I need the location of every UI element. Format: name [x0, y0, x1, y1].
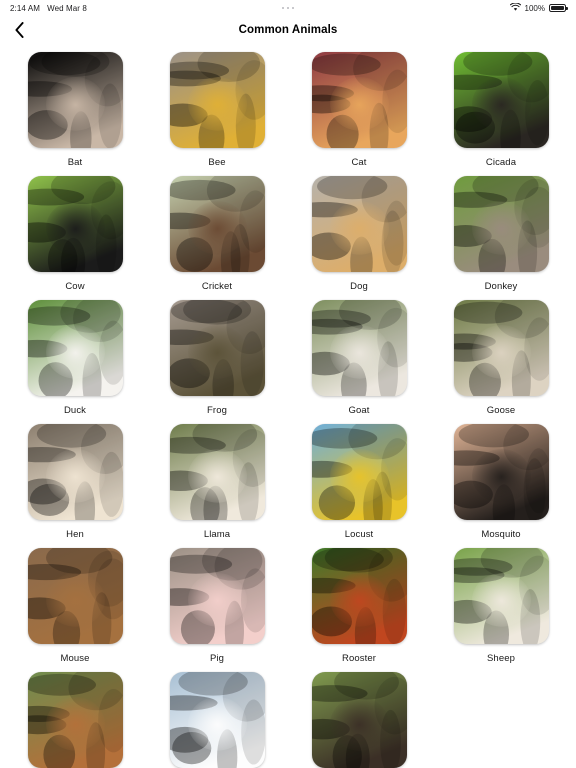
status-time: 2:14 AM: [10, 3, 41, 13]
cow-photo[interactable]: [27, 176, 123, 272]
animal-cell-rooster[interactable]: Rooster: [288, 546, 430, 670]
status-bar-right: 100%: [509, 2, 568, 13]
page-title: Common Animals: [238, 24, 338, 36]
animal-label: Frog: [207, 405, 227, 416]
squirrel-photo[interactable]: [27, 672, 123, 768]
goat-photo[interactable]: [311, 300, 407, 396]
animal-label: Donkey: [484, 281, 518, 292]
animal-grid-scroll[interactable]: Bat Bee Cat Cicada Cow Cricket Dog Donke…: [0, 44, 576, 768]
animal-label: Goose: [486, 405, 516, 416]
bat-photo[interactable]: [27, 52, 123, 148]
swan-photo[interactable]: [169, 672, 265, 768]
animal-cell-goose[interactable]: Goose: [430, 298, 572, 422]
cricket-photo[interactable]: [169, 176, 265, 272]
frog-photo[interactable]: [169, 300, 265, 396]
animal-cell-cicada[interactable]: Cicada: [430, 50, 572, 174]
dog-photo[interactable]: [311, 176, 407, 272]
animal-cell-bee[interactable]: Bee: [146, 50, 288, 174]
animal-label: Goat: [348, 405, 370, 416]
llama-photo[interactable]: [169, 424, 265, 520]
animal-cell-frog[interactable]: Frog: [146, 298, 288, 422]
donkey-photo[interactable]: [453, 176, 549, 272]
animal-label: Duck: [63, 405, 87, 416]
animal-label: Dog: [350, 281, 368, 292]
status-bar: 2:14 AM Wed Mar 8 100%: [0, 0, 576, 16]
three-dots-handle-icon[interactable]: [281, 6, 295, 10]
bee-photo[interactable]: [169, 52, 265, 148]
battery-full-icon: [549, 4, 568, 12]
animal-label: Cicada: [485, 157, 517, 168]
animal-cell-sheep[interactable]: Sheep: [430, 546, 572, 670]
animal-label: Cat: [351, 157, 367, 168]
animal-label: Bat: [67, 157, 83, 168]
battery-percent-label: 100%: [524, 3, 545, 13]
duck-photo[interactable]: [27, 300, 123, 396]
status-date: Wed Mar 8: [47, 3, 87, 13]
animal-cell-goat[interactable]: Goat: [288, 298, 430, 422]
animal-cell-dog[interactable]: Dog: [288, 174, 430, 298]
navigation-bar: Common Animals: [0, 16, 576, 44]
animal-cell-hen[interactable]: Hen: [4, 422, 146, 546]
animal-cell-cow[interactable]: Cow: [4, 174, 146, 298]
cicada-photo[interactable]: [453, 52, 549, 148]
animal-label: Hen: [66, 529, 84, 540]
animal-cell-cat[interactable]: Cat: [288, 50, 430, 174]
animal-cell-locust[interactable]: Locust: [288, 422, 430, 546]
turkey-photo[interactable]: [311, 672, 407, 768]
chevron-left-icon: [14, 22, 24, 38]
animal-cell-mosquito[interactable]: Mosquito: [430, 422, 572, 546]
animal-cell-llama[interactable]: Llama: [146, 422, 288, 546]
hen-photo[interactable]: [27, 424, 123, 520]
animal-cell-squirrel[interactable]: Squirrel: [4, 670, 146, 768]
sheep-photo[interactable]: [453, 548, 549, 644]
animal-label: Rooster: [342, 653, 376, 664]
wifi-icon: [509, 2, 521, 13]
pig-photo[interactable]: [169, 548, 265, 644]
mouse-photo[interactable]: [27, 548, 123, 644]
animal-cell-turkey[interactable]: Turkey: [288, 670, 430, 768]
locust-photo[interactable]: [311, 424, 407, 520]
animal-label: Llama: [203, 529, 231, 540]
animal-cell-duck[interactable]: Duck: [4, 298, 146, 422]
animal-cell-cricket[interactable]: Cricket: [146, 174, 288, 298]
goose-photo[interactable]: [453, 300, 549, 396]
animal-label: Bee: [208, 157, 226, 168]
animal-label: Pig: [209, 653, 225, 664]
animal-cell-bat[interactable]: Bat: [4, 50, 146, 174]
mosquito-photo[interactable]: [453, 424, 549, 520]
cat-photo[interactable]: [311, 52, 407, 148]
rooster-photo[interactable]: [311, 548, 407, 644]
animal-cell-donkey[interactable]: Donkey: [430, 174, 572, 298]
animal-label: Mosquito: [481, 529, 521, 540]
status-bar-left: 2:14 AM Wed Mar 8: [10, 4, 87, 13]
back-button[interactable]: [8, 19, 30, 41]
animal-cell-pig[interactable]: Pig: [146, 546, 288, 670]
animal-label: Mouse: [60, 653, 90, 664]
animal-label: Cricket: [201, 281, 233, 292]
animal-label: Sheep: [487, 653, 515, 664]
animal-label: Locust: [344, 529, 374, 540]
animal-grid: Bat Bee Cat Cicada Cow Cricket Dog Donke…: [0, 44, 576, 768]
app-root: 2:14 AM Wed Mar 8 100% Common Animals Ba…: [0, 0, 576, 768]
animal-cell-mouse[interactable]: Mouse: [4, 546, 146, 670]
animal-label: Cow: [65, 281, 85, 292]
animal-cell-swan[interactable]: Swan: [146, 670, 288, 768]
